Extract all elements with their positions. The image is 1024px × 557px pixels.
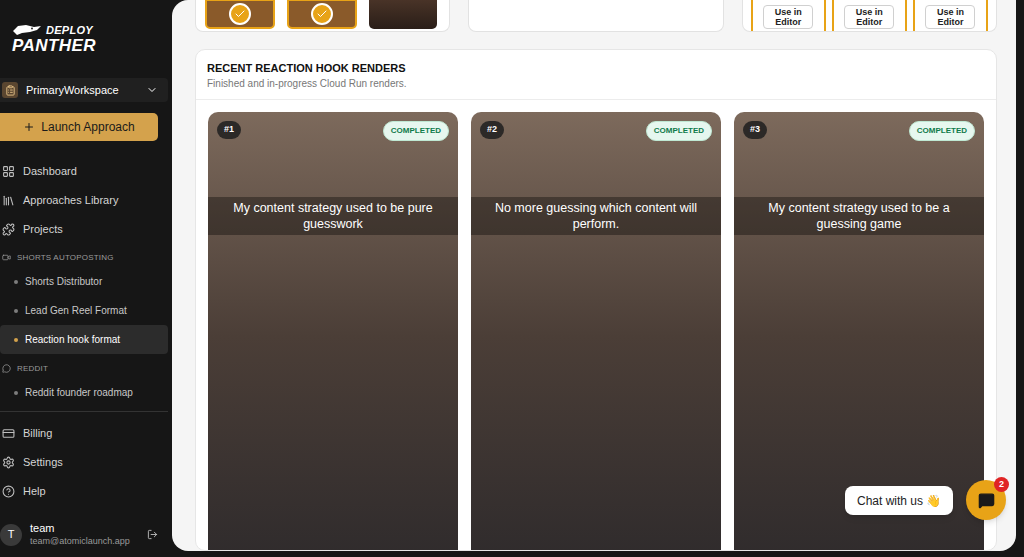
renders-grid: #1 COMPLETED My content strategy used to b… xyxy=(196,100,996,551)
chat-icon xyxy=(978,492,995,509)
sidebar-section: SHORTS AUTOPOSTINGShorts DistributorLead… xyxy=(0,244,168,354)
divider xyxy=(0,411,168,412)
nav-icon xyxy=(2,165,15,178)
section-icon xyxy=(2,253,11,262)
avatar: T xyxy=(0,524,22,546)
dot-icon xyxy=(14,338,18,342)
sidebar-item[interactable]: Projects xyxy=(0,215,168,244)
status-badge: COMPLETED xyxy=(646,121,712,141)
app: DEPLOYPANTHER PrimaryWorkspace Launch Appr… xyxy=(0,0,1024,557)
sidebar-item[interactable]: Approaches Library xyxy=(0,186,168,215)
bottom-nav: BillingSettingsHelp xyxy=(0,419,168,506)
caption: My content strategy used to be a guessin… xyxy=(734,197,984,235)
workspace-selector[interactable]: PrimaryWorkspace xyxy=(0,78,168,102)
top-strip: Use in Editor Use in Editor Use in Editor xyxy=(195,0,997,32)
use-in-editor-button[interactable]: Use in Editor xyxy=(844,5,894,29)
sidebar-item[interactable]: Help xyxy=(0,477,168,506)
sidebar-item[interactable]: Settings xyxy=(0,448,168,477)
sidebar-item[interactable]: Dashboard xyxy=(0,157,168,186)
render-index-badge: #1 xyxy=(217,121,241,139)
check-icon xyxy=(229,3,251,25)
launch-approach-button[interactable]: Launch Approach xyxy=(0,113,158,141)
status-badge: COMPLETED xyxy=(909,121,975,141)
sidebar-item[interactable]: Billing xyxy=(0,419,168,448)
plus-icon xyxy=(23,121,35,133)
section-header: REDDIT xyxy=(0,359,168,378)
main-panel: Use in Editor Use in Editor Use in Editor R… xyxy=(172,0,1016,551)
panel-header: RECENT REACTION HOOK RENDERSFinished and… xyxy=(196,50,996,100)
nav-icon xyxy=(2,194,15,207)
sidebar: DEPLOYPANTHER PrimaryWorkspace Launch Appr… xyxy=(0,0,170,557)
nav-icon xyxy=(2,223,15,236)
sidebar-subitem[interactable]: Shorts Distributor xyxy=(0,267,168,296)
editor-card: Use in Editor Use in Editor Use in Editor xyxy=(742,0,997,32)
thumbnail[interactable] xyxy=(369,0,437,29)
clipboard-icon xyxy=(2,82,18,98)
logo: DEPLOYPANTHER xyxy=(0,24,168,56)
dot-icon xyxy=(14,309,18,313)
check-icon xyxy=(311,3,333,25)
chat-button[interactable]: 2 xyxy=(966,480,1006,520)
thumbnail[interactable] xyxy=(205,0,275,29)
renders-panel: RECENT REACTION HOOK RENDERSFinished and… xyxy=(195,49,997,551)
panther-icon xyxy=(12,24,42,36)
dot-icon xyxy=(14,280,18,284)
sidebar-subitem[interactable]: Lead Gen Reel Format xyxy=(0,296,168,325)
nav-icon xyxy=(2,456,15,469)
sidebar-subitem[interactable]: Reaction hook format xyxy=(0,325,168,354)
nav-icon xyxy=(2,427,15,440)
status-badge: COMPLETED xyxy=(383,121,449,141)
blank-card xyxy=(468,0,723,32)
chevron-down-icon xyxy=(146,84,158,96)
dot-icon xyxy=(14,391,18,395)
section-icon xyxy=(2,364,11,373)
render-card[interactable]: #1 COMPLETED My content strategy used to b… xyxy=(208,112,458,551)
thumbnail-card xyxy=(195,0,450,32)
use-in-editor-button[interactable]: Use in Editor xyxy=(925,5,975,29)
user-profile[interactable]: Tteamteam@atomiclaunch.app xyxy=(0,522,168,547)
render-index-badge: #2 xyxy=(480,121,504,139)
render-card[interactable]: #2 COMPLETED No more guessing which conten… xyxy=(471,112,721,551)
logout-icon[interactable] xyxy=(147,529,158,540)
sidebar-section: REDDITReddit founder roadmap xyxy=(0,354,168,407)
thumbnail[interactable] xyxy=(287,0,357,29)
section-header: SHORTS AUTOPOSTING xyxy=(0,248,168,267)
caption: My content strategy used to be pure gues… xyxy=(208,197,458,235)
render-index-badge: #3 xyxy=(743,121,767,139)
chat-label[interactable]: Chat with us 👋 xyxy=(845,486,953,515)
chat-badge: 2 xyxy=(994,477,1009,492)
sidebar-subitem[interactable]: Reddit founder roadmap xyxy=(0,378,168,407)
nav: DashboardApproaches LibraryProjectsSHORT… xyxy=(0,157,168,407)
nav-icon xyxy=(2,485,15,498)
use-in-editor-button[interactable]: Use in Editor xyxy=(763,5,813,29)
caption: No more guessing which content will perf… xyxy=(471,197,721,235)
